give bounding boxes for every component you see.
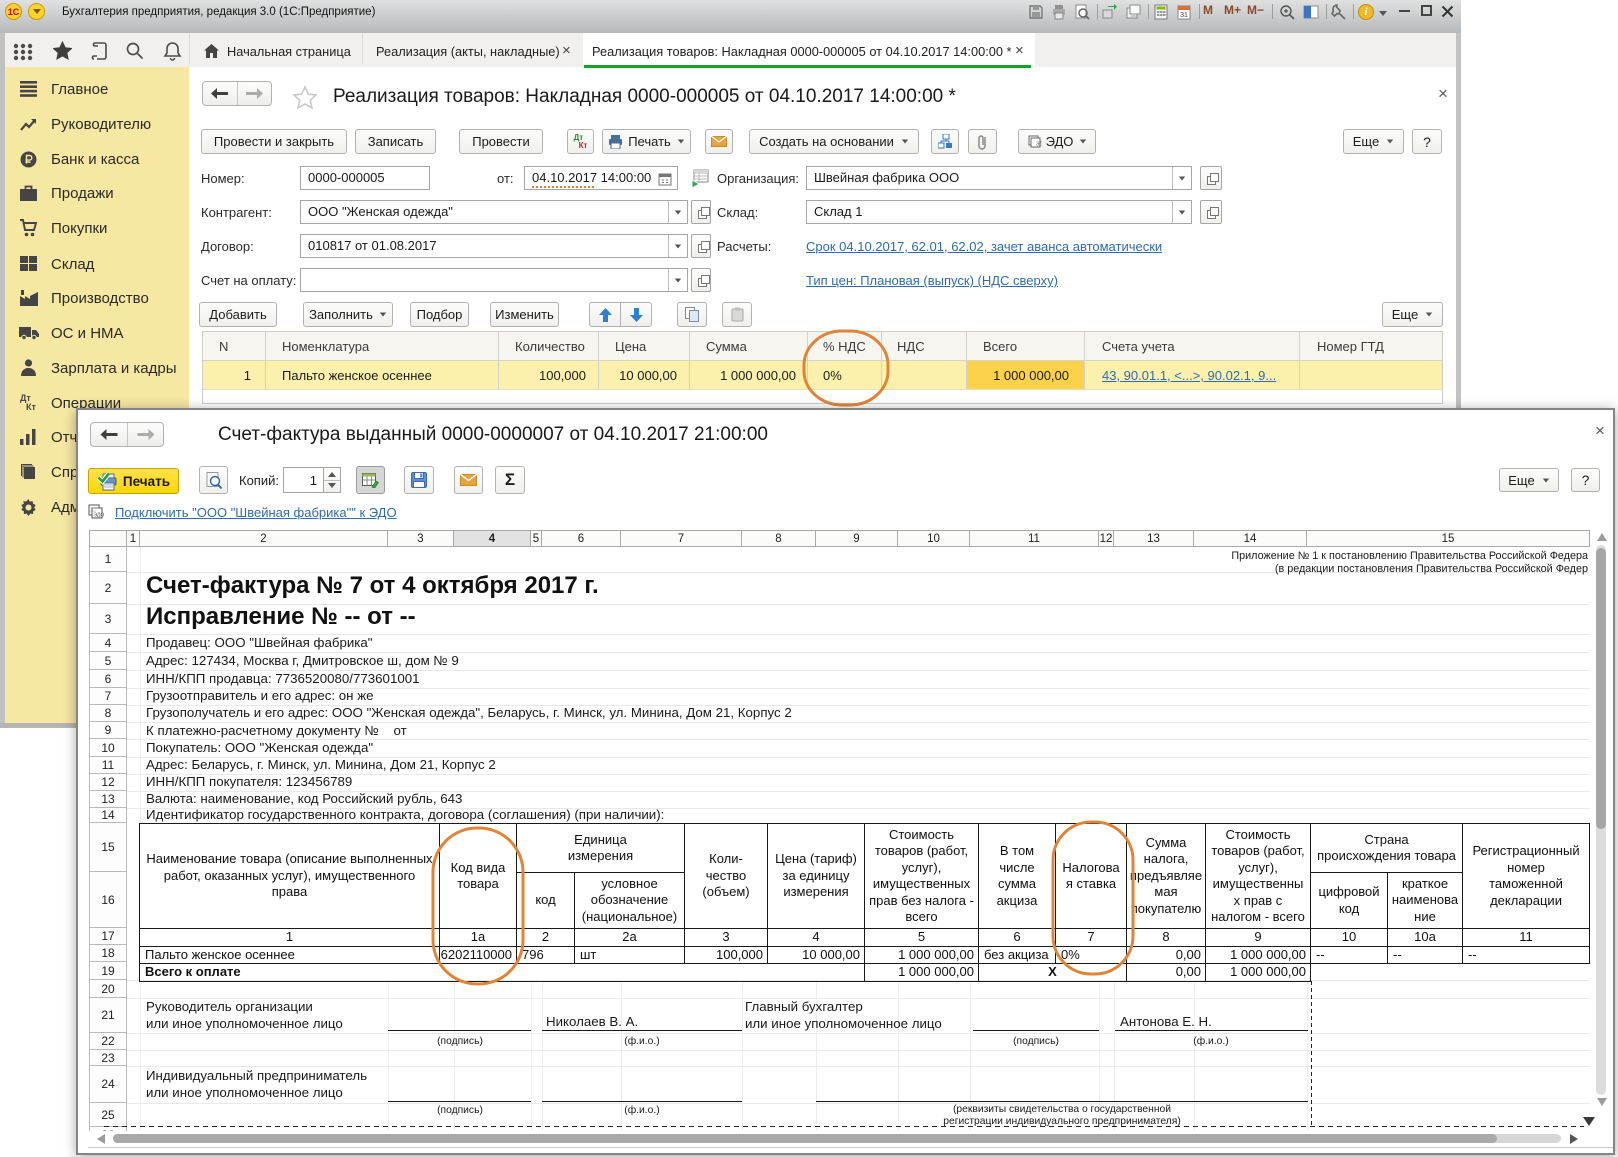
svg-text:ЭДО: ЭДО	[1035, 142, 1042, 148]
svg-text:31: 31	[1180, 12, 1188, 19]
svg-text:ЭДО: ЭДО	[94, 513, 105, 519]
